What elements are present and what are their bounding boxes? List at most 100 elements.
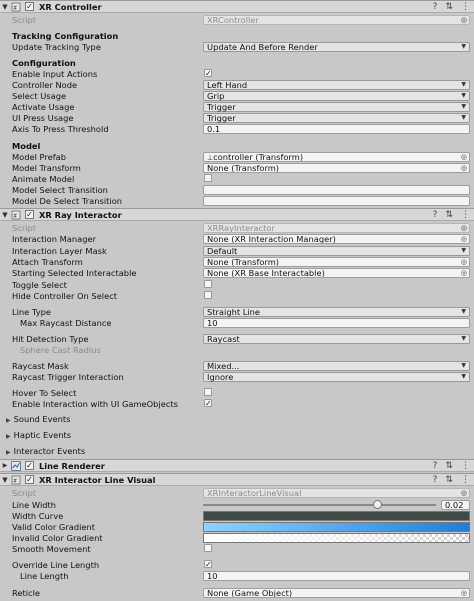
enable-ui-checkbox[interactable]: ✓: [204, 399, 212, 408]
attach-transform-field[interactable]: None (Transform) ◎: [203, 256, 470, 267]
invalid-gradient-row: Invalid Color Gradient: [0, 532, 474, 543]
valid-gradient-field[interactable]: [203, 521, 470, 532]
chevron-down-icon: ▼: [461, 361, 466, 369]
toggle-select-row: Toggle Select: [0, 279, 474, 290]
ui-press-usage-dropdown[interactable]: Trigger ▼: [203, 112, 470, 123]
script-field[interactable]: XRInteractorLineVisual ◎: [203, 487, 470, 498]
enable-input-actions-checkbox[interactable]: ✓: [204, 69, 212, 78]
foldout-arrow-icon[interactable]: ▼: [0, 476, 10, 484]
model-select-transition-input[interactable]: [203, 184, 470, 195]
update-tracking-type-row: Update Tracking Type Update And Before R…: [0, 41, 474, 52]
enable-ui-row: Enable Interaction with UI GameObjects ✓: [0, 398, 474, 409]
toggle-select-checkbox[interactable]: [204, 280, 212, 288]
target-icon[interactable]: ◎: [461, 589, 467, 597]
triangle-right-icon: ▶: [6, 448, 11, 456]
target-icon[interactable]: ◎: [461, 489, 467, 497]
model-deselect-transition-input[interactable]: [203, 195, 470, 206]
model-transform-field[interactable]: None (Transform) ◎: [203, 162, 470, 173]
reticle-field[interactable]: None (Game Object) ◎: [203, 587, 470, 598]
preset-icon[interactable]: ⇅: [445, 461, 453, 471]
select-usage-label: Select Usage: [12, 90, 67, 101]
model-prefab-label: Model Prefab: [12, 151, 67, 162]
foldout-arrow-icon[interactable]: ▼: [0, 3, 10, 11]
script-value: XRInteractorLineVisual: [207, 487, 302, 498]
svg-text:#: #: [13, 478, 17, 484]
object-value: None (Game Object): [207, 587, 293, 598]
hit-detection-dropdown[interactable]: Raycast ▼: [203, 333, 470, 344]
hit-detection-row: Hit Detection Type Raycast ▼: [0, 333, 474, 344]
object-value: None (Transform): [207, 162, 280, 173]
starting-selected-field[interactable]: None (XR Base Interactable) ◎: [203, 267, 470, 278]
line-renderer-header[interactable]: ▶ ✓ Line Renderer ? ⇅ ⋮: [0, 459, 474, 472]
hover-to-select-checkbox[interactable]: [204, 388, 212, 396]
chevron-down-icon: ▼: [461, 91, 466, 99]
select-usage-dropdown[interactable]: Grip ▼: [203, 90, 470, 101]
model-prefab-field[interactable]: ⊥controller (Transform) ◎: [203, 151, 470, 162]
target-icon[interactable]: ◎: [461, 269, 467, 277]
section-title: Model: [12, 140, 41, 151]
foldout-arrow-icon[interactable]: ▼: [0, 211, 10, 219]
valid-gradient-label: Valid Color Gradient: [12, 521, 96, 532]
script-field[interactable]: XRRayInteractor ◎: [203, 222, 470, 233]
activate-usage-dropdown[interactable]: Trigger ▼: [203, 101, 470, 112]
component-enabled-checkbox[interactable]: ✓: [25, 475, 34, 484]
raycast-trigger-dropdown[interactable]: Ignore ▼: [203, 371, 470, 382]
component-enabled-checkbox[interactable]: ✓: [25, 2, 34, 11]
interactor-events-foldout[interactable]: ▶ Interactor Events: [0, 445, 474, 456]
component-enabled-checkbox[interactable]: ✓: [25, 210, 34, 219]
interaction-manager-field[interactable]: None (XR Interaction Manager) ◎: [203, 233, 470, 244]
raycast-trigger-label: Raycast Trigger Interaction: [12, 371, 124, 382]
width-curve-field[interactable]: [203, 510, 470, 521]
override-length-checkbox[interactable]: ✓: [204, 560, 212, 569]
line-width-input[interactable]: 0.02: [441, 499, 470, 510]
override-length-row: Override Line Length ✓: [0, 559, 474, 570]
smooth-movement-checkbox[interactable]: [204, 544, 212, 552]
target-icon[interactable]: ◎: [461, 235, 467, 243]
xr-ray-interactor-header[interactable]: ▼ # ✓ XR Ray Interactor ? ⇅ ⋮: [0, 208, 474, 221]
axis-threshold-input[interactable]: 0.1: [203, 123, 470, 134]
line-type-dropdown[interactable]: Straight Line ▼: [203, 306, 470, 317]
kebab-menu-icon[interactable]: ⋮: [461, 2, 470, 12]
triangle-right-icon: ▶: [6, 432, 11, 440]
update-tracking-type-dropdown[interactable]: Update And Before Render ▼: [203, 41, 470, 52]
help-icon[interactable]: ?: [433, 461, 438, 471]
kebab-menu-icon[interactable]: ⋮: [461, 475, 470, 485]
raycast-mask-dropdown[interactable]: Mixed... ▼: [203, 360, 470, 371]
override-length-label: Override Line Length: [12, 559, 100, 570]
target-icon[interactable]: ◎: [461, 258, 467, 266]
help-icon[interactable]: ?: [433, 475, 438, 485]
preset-icon[interactable]: ⇅: [445, 210, 453, 220]
target-icon[interactable]: ◎: [461, 164, 467, 172]
model-select-transition-label: Model Select Transition: [12, 184, 108, 195]
kebab-menu-icon[interactable]: ⋮: [461, 210, 470, 220]
xr-line-visual-header[interactable]: ▼ # ✓ XR Interactor Line Visual ? ⇅ ⋮: [0, 473, 474, 486]
target-icon[interactable]: ◎: [461, 153, 467, 161]
invalid-gradient-label: Invalid Color Gradient: [12, 532, 103, 543]
component-enabled-checkbox[interactable]: ✓: [25, 461, 34, 470]
line-length-label: Line Length: [20, 570, 69, 581]
help-icon[interactable]: ?: [433, 2, 438, 12]
script-row: Script XRController ◎: [0, 14, 474, 25]
invalid-gradient-field[interactable]: [203, 532, 470, 543]
target-icon[interactable]: ◎: [461, 224, 467, 232]
interaction-layer-mask-dropdown[interactable]: Default ▼: [203, 245, 470, 256]
script-field[interactable]: XRController ◎: [203, 14, 470, 25]
slider-thumb[interactable]: [372, 499, 382, 509]
max-raycast-input[interactable]: 10: [203, 317, 470, 328]
line-length-input[interactable]: 10: [203, 570, 470, 581]
line-width-slider[interactable]: [203, 499, 436, 510]
cs-script-icon: #: [11, 2, 21, 12]
object-value: None (XR Base Interactable): [207, 267, 325, 278]
help-icon[interactable]: ?: [433, 210, 438, 220]
foldout-arrow-icon[interactable]: ▶: [0, 462, 10, 469]
haptic-events-foldout[interactable]: ▶ Haptic Events: [0, 429, 474, 440]
preset-icon[interactable]: ⇅: [445, 2, 453, 12]
target-icon[interactable]: ◎: [461, 16, 467, 24]
hide-controller-checkbox[interactable]: [204, 291, 212, 299]
kebab-menu-icon[interactable]: ⋮: [461, 461, 470, 471]
animate-model-checkbox[interactable]: [204, 174, 212, 182]
sound-events-foldout[interactable]: ▶ Sound Events: [0, 413, 474, 424]
xr-controller-header[interactable]: ▼ # ✓ XR Controller ? ⇅ ⋮: [0, 0, 474, 13]
preset-icon[interactable]: ⇅: [445, 475, 453, 485]
controller-node-dropdown[interactable]: Left Hand ▼: [203, 79, 470, 90]
